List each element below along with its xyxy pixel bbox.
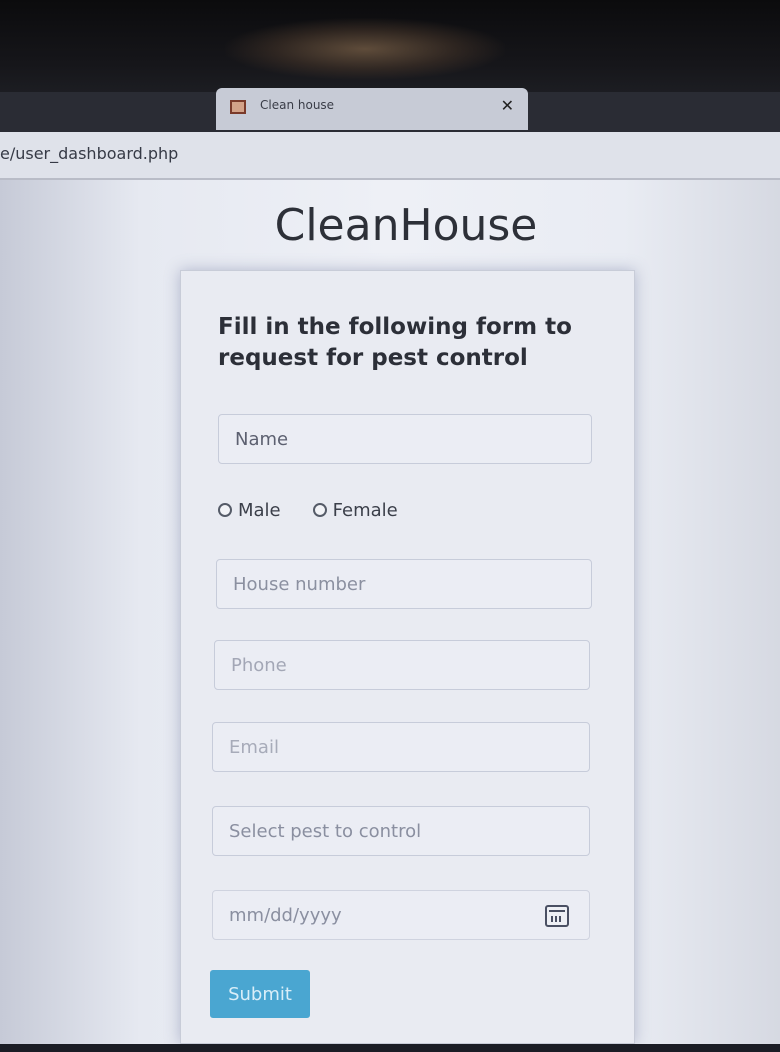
site-favicon-icon — [230, 100, 246, 114]
name-placeholder: Name — [235, 428, 289, 450]
radio-circle-icon[interactable] — [312, 503, 327, 517]
email-input[interactable]: Email — [212, 722, 590, 772]
page-title: CleanHouse — [274, 200, 538, 251]
close-icon[interactable]: ✕ — [501, 96, 514, 115]
date-placeholder: mm/dd/yyyy — [229, 904, 342, 926]
submit-button[interactable]: Submit — [210, 970, 310, 1018]
email-placeholder: Email — [229, 736, 279, 758]
address-bar[interactable]: e/user_dashboard.php — [0, 132, 780, 180]
radio-female[interactable]: Female — [312, 499, 398, 521]
phone-input[interactable]: Phone — [214, 640, 590, 690]
browser-tab[interactable]: Clean house ✕ — [216, 88, 528, 130]
pest-select-placeholder: Select pest to control — [229, 820, 422, 842]
name-input[interactable]: Name — [218, 414, 592, 464]
date-input[interactable]: mm/dd/yyyy — [212, 890, 590, 940]
form-intro: Fill in the following form to request fo… — [218, 314, 572, 371]
radio-male-label: Male — [238, 499, 281, 521]
bottom-bezel — [0, 1044, 780, 1052]
radio-male[interactable]: Male — [218, 500, 281, 521]
house-number-input[interactable]: House number — [216, 559, 592, 609]
radio-circle-icon[interactable] — [218, 503, 232, 517]
browser-frame: Clean house ✕ e/user_dashboard.php Clean… — [0, 0, 780, 1052]
gender-radio-group: Male Female — [218, 496, 398, 524]
calendar-icon[interactable] — [545, 905, 569, 927]
submit-label: Submit — [228, 983, 292, 1005]
camera-smudge — [225, 18, 505, 80]
radio-female-label: Female — [332, 499, 398, 521]
house-number-placeholder: House number — [233, 573, 366, 595]
pest-select[interactable]: Select pest to control — [212, 806, 590, 856]
tab-title: Clean house — [260, 98, 335, 112]
phone-placeholder: Phone — [231, 654, 287, 676]
address-text[interactable]: e/user_dashboard.php — [0, 144, 178, 163]
